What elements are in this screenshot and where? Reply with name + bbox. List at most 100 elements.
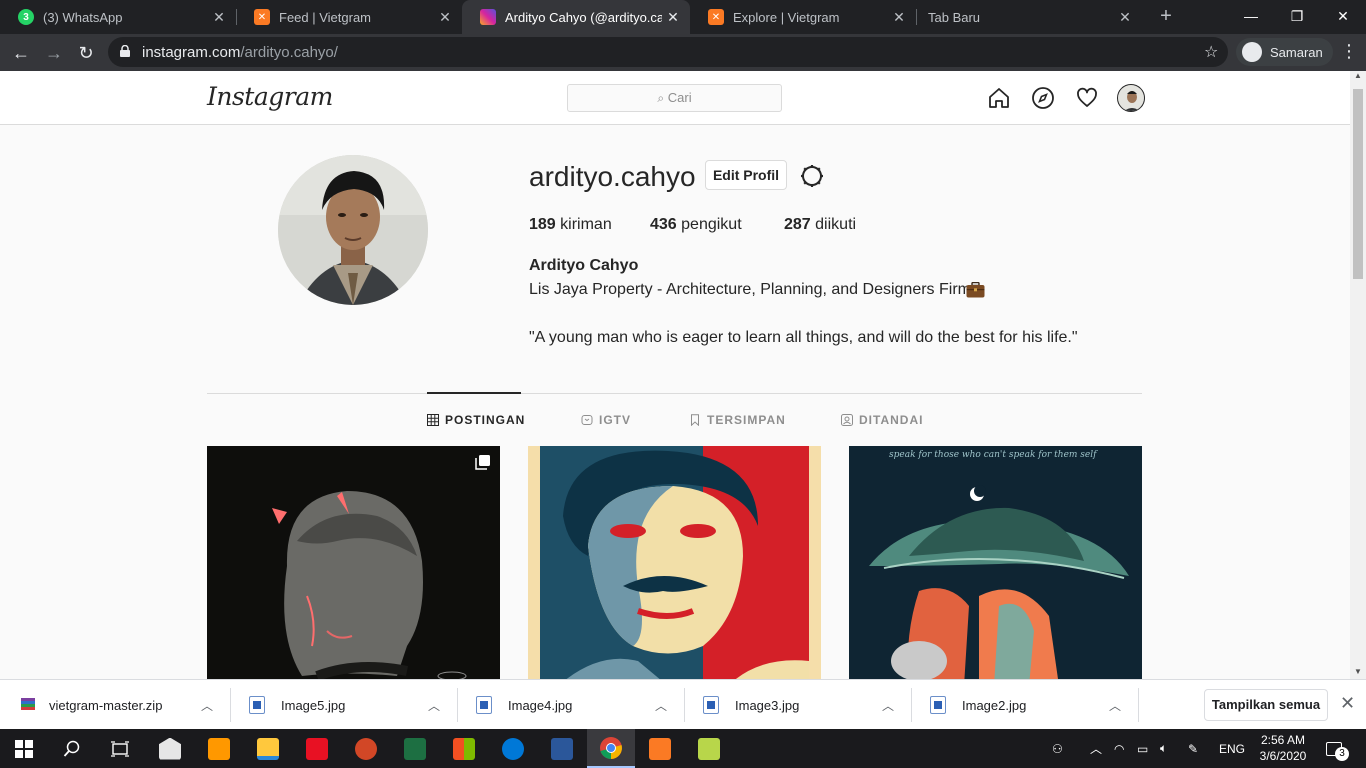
post-thumbnail[interactable]: speak for those who can't speak for them… <box>849 446 1142 679</box>
lock-icon <box>120 45 130 57</box>
show-all-downloads-button[interactable]: Tampilkan semua <box>1204 689 1328 721</box>
taskbar-word[interactable] <box>538 729 586 768</box>
bookmark-star-icon[interactable]: ☆ <box>1204 42 1218 62</box>
followers-count[interactable]: 436 pengikut <box>650 216 742 234</box>
tab-feed-vietgram[interactable]: ✕ Feed | Vietgram ✕ <box>236 0 462 34</box>
maximize-button[interactable]: ❐ <box>1274 0 1320 34</box>
explore-compass-icon[interactable] <box>1031 86 1055 110</box>
action-center-button[interactable]: 3 <box>1326 729 1349 768</box>
download-item[interactable]: Image4.jpg ︿ <box>476 680 684 730</box>
close-downloads-icon[interactable]: ✕ <box>1340 693 1355 714</box>
settings-gear-icon[interactable] <box>798 162 826 190</box>
tab-label: IGTV <box>599 413 632 427</box>
close-tab-icon[interactable]: ✕ <box>208 9 230 26</box>
volume-icon[interactable]: 🔈︎ <box>1160 729 1167 768</box>
url-text: instagram.com/ardityo.cahyo/ <box>142 44 338 61</box>
download-filename: vietgram-master.zip <box>49 697 163 713</box>
tab-explore-vietgram[interactable]: ✕ Explore | Vietgram ✕ <box>690 0 916 34</box>
active-tab-indicator <box>427 392 521 394</box>
taskbar-edge[interactable] <box>489 729 537 768</box>
post-thumbnail[interactable] <box>528 446 821 679</box>
address-bar[interactable]: instagram.com/ardityo.cahyo/ ☆ <box>108 37 1228 67</box>
start-button[interactable] <box>0 729 48 768</box>
tab-posts[interactable]: POSTINGAN <box>427 413 525 427</box>
new-tab-button[interactable]: + <box>1155 5 1177 27</box>
search-input[interactable]: ⌕ Cari <box>567 84 782 112</box>
chevron-up-icon[interactable]: ︿ <box>882 697 894 714</box>
tab-instagram-profile[interactable]: Ardityo Cahyo (@ardityo.cahyo) ✕ <box>462 0 690 34</box>
page-scrollbar[interactable]: ▲ ▼ <box>1350 71 1366 679</box>
taskbar-chrome[interactable] <box>587 729 635 768</box>
download-item[interactable]: Image2.jpg ︿ <box>930 680 1138 730</box>
people-icon[interactable]: ⚇ <box>1052 729 1063 768</box>
taskbar-file-explorer[interactable] <box>244 729 292 768</box>
taskbar-sublime[interactable] <box>195 729 243 768</box>
wifi-icon[interactable]: ◠ <box>1114 729 1124 768</box>
profile-bio-quote: "A young man who is eager to learn all t… <box>529 329 1078 346</box>
search-button[interactable] <box>48 729 96 768</box>
back-button[interactable]: ← <box>8 40 34 66</box>
browser-toolbar: ← → ↻ instagram.com/ardityo.cahyo/ ☆ Sam… <box>0 34 1366 71</box>
close-window-button[interactable]: ✕ <box>1320 0 1366 34</box>
heart-icon[interactable] <box>1075 86 1099 110</box>
close-tab-icon[interactable]: ✕ <box>662 9 684 26</box>
tab-whatsapp[interactable]: 3 (3) WhatsApp ✕ <box>0 0 236 34</box>
clock-date: 3/6/2020 <box>1259 749 1307 763</box>
tab-new-tab[interactable]: Tab Baru ✕ <box>916 0 1142 34</box>
close-tab-icon[interactable]: ✕ <box>434 9 456 26</box>
task-view-button[interactable] <box>96 729 144 768</box>
notification-count-badge: 3 <box>1335 746 1349 761</box>
download-item[interactable]: vietgram-master.zip ︿ <box>20 680 230 730</box>
taskbar-excel[interactable] <box>391 729 439 768</box>
menu-icon[interactable]: ⋮ <box>1340 42 1358 60</box>
gift-app-icon <box>306 737 328 760</box>
minimize-button[interactable]: ― <box>1228 0 1274 34</box>
chevron-up-icon[interactable]: ︿ <box>655 697 667 714</box>
taskbar-notepad[interactable] <box>685 729 733 768</box>
tab-label: POSTINGAN <box>445 413 526 427</box>
whatsapp-icon: 3 <box>18 9 34 25</box>
battery-icon[interactable]: ▭ <box>1137 729 1148 768</box>
edit-profile-button[interactable]: Edit Profil <box>705 160 787 190</box>
post-thumbnail[interactable] <box>207 446 500 679</box>
tab-title: Ardityo Cahyo (@ardityo.cahyo) <box>505 9 662 25</box>
download-item[interactable]: Image3.jpg ︿ <box>703 680 911 730</box>
edge-icon <box>502 737 524 760</box>
language-indicator[interactable]: ENG <box>1219 729 1245 768</box>
instagram-icon <box>480 9 496 25</box>
taskbar-mail[interactable] <box>146 729 194 768</box>
reload-button[interactable]: ↻ <box>73 40 99 66</box>
taskbar-powerpoint[interactable] <box>342 729 390 768</box>
incognito-icon <box>1242 42 1262 62</box>
clock[interactable]: 2:56 AM 3/6/2020 <box>1252 732 1314 764</box>
mail-app-icon <box>159 737 181 760</box>
tab-igtv[interactable]: IGTV <box>581 413 631 427</box>
profile-photo[interactable] <box>278 155 428 305</box>
close-tab-icon[interactable]: ✕ <box>888 9 910 26</box>
chevron-up-icon[interactable]: ︿ <box>428 697 440 714</box>
instagram-logo[interactable]: Instagram <box>207 82 333 111</box>
profile-full-name: Ardityo Cahyo <box>529 257 639 274</box>
scrollbar-thumb[interactable] <box>1353 89 1363 279</box>
taskbar-gift-app[interactable] <box>293 729 341 768</box>
profile-bio-line: Lis Jaya Property - Architecture, Planni… <box>529 281 971 298</box>
following-count[interactable]: 287 diikuti <box>784 216 856 234</box>
chevron-up-icon[interactable]: ︿ <box>201 697 213 714</box>
home-icon[interactable] <box>987 86 1011 110</box>
download-item[interactable]: Image5.jpg ︿ <box>249 680 457 730</box>
image-file-icon <box>249 696 265 714</box>
close-tab-icon[interactable]: ✕ <box>1114 9 1136 26</box>
taskbar-store[interactable] <box>440 729 488 768</box>
excel-icon <box>404 737 426 760</box>
show-hidden-icons-chevron[interactable]: ︿ <box>1090 729 1102 768</box>
tab-tagged[interactable]: DITANDAI <box>841 413 923 427</box>
posts-count[interactable]: 189 kiriman <box>529 216 612 234</box>
pen-icon[interactable]: ✎ <box>1188 729 1198 768</box>
chevron-up-icon[interactable]: ︿ <box>1109 697 1121 714</box>
header-avatar[interactable] <box>1117 84 1145 112</box>
sublime-text-icon <box>208 737 230 760</box>
tab-saved[interactable]: TERSIMPAN <box>689 413 786 427</box>
incognito-profile-button[interactable]: Samaran <box>1236 38 1333 66</box>
forward-button[interactable]: → <box>41 40 67 66</box>
taskbar-xampp[interactable] <box>636 729 684 768</box>
